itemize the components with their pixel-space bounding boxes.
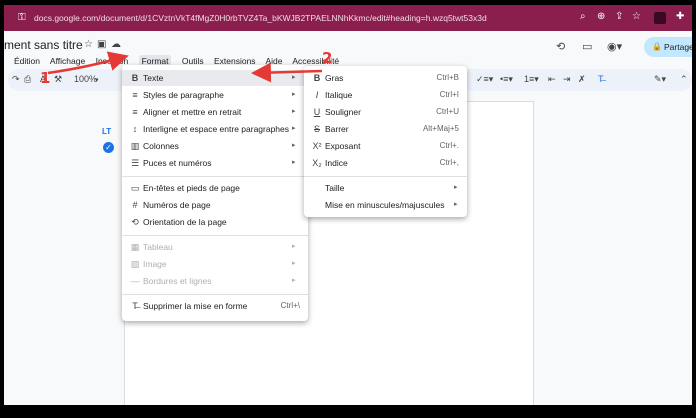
annotation-arrow-2 [251, 62, 323, 83]
annotation-arrow-1 [47, 51, 129, 75]
annotation-arrows [47, 51, 323, 83]
annotation-step-2: 2 [322, 49, 333, 67]
annotation-step-1: 1 [40, 69, 51, 87]
browser-window: ⚿ docs.google.com/document/d/1CVztnVkT4f… [4, 5, 692, 405]
